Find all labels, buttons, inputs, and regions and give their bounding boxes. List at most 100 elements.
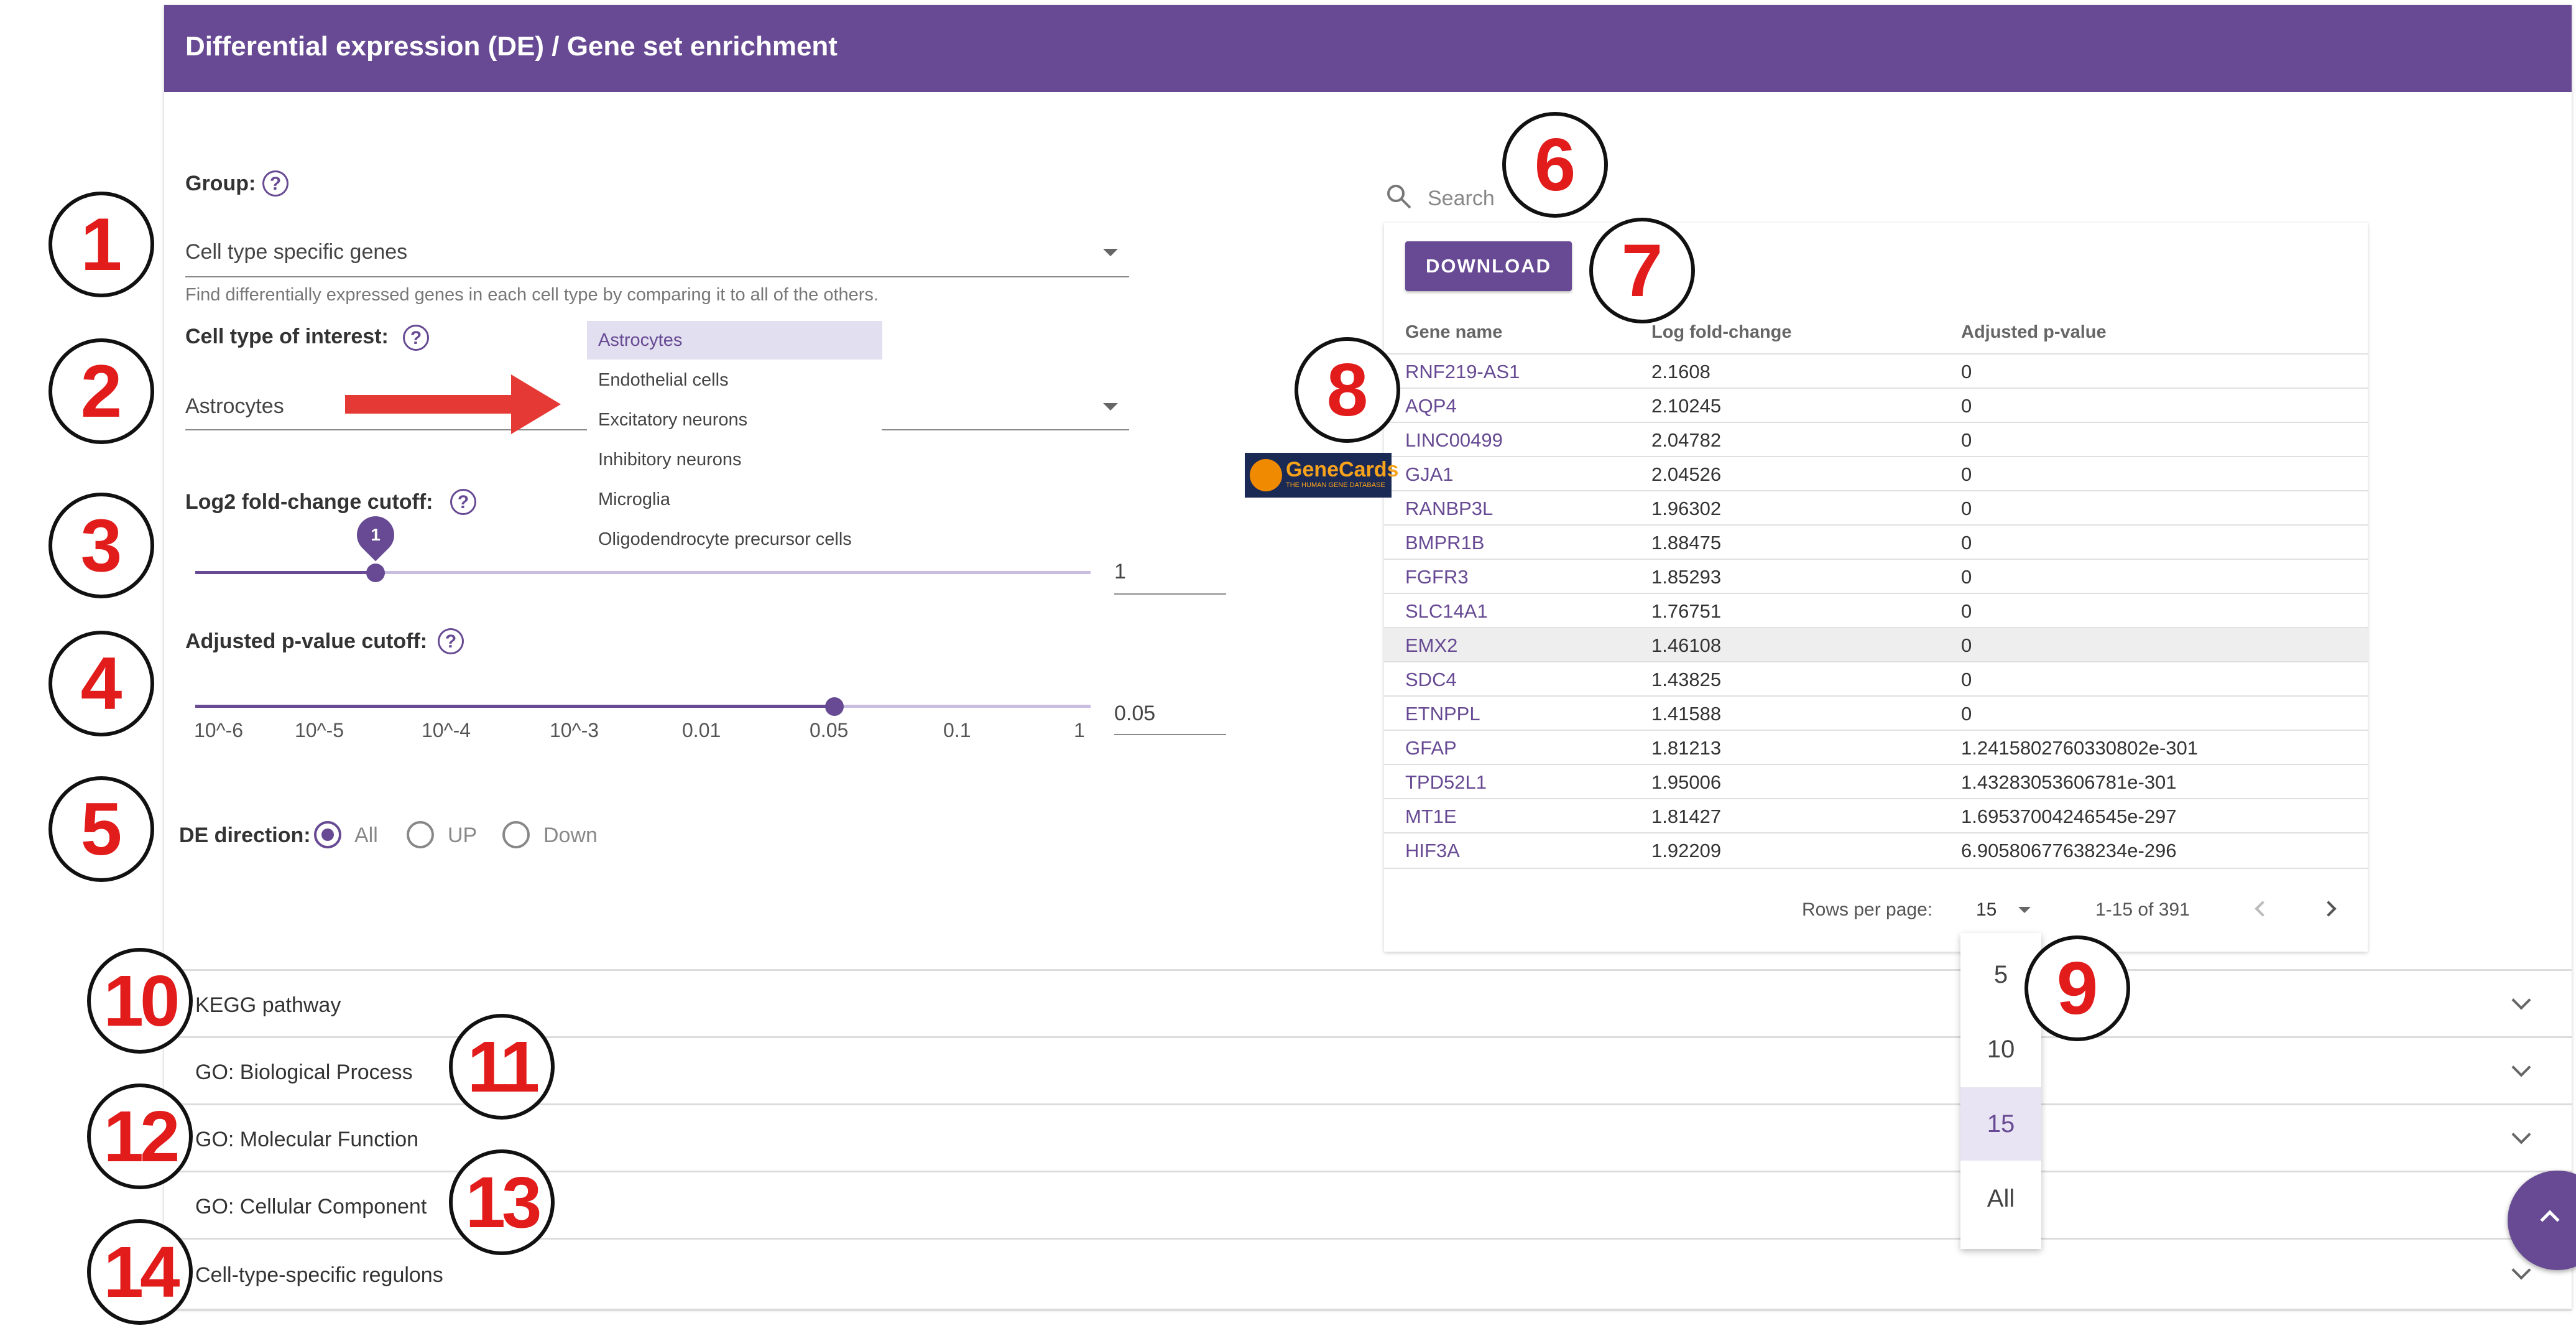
genecards-emblem-icon xyxy=(1250,459,1282,491)
help-icon[interactable]: ? xyxy=(403,325,429,351)
genecards-name: GeneCards xyxy=(1286,458,1399,481)
pvalue-input[interactable]: 0.05 xyxy=(1114,702,1155,726)
menu-item-opc[interactable]: Oligodendrocyte precursor cells xyxy=(587,520,882,559)
table-cell: 1.85293 xyxy=(1651,566,1722,588)
rows-per-page-select[interactable]: 15 xyxy=(1976,899,1997,921)
pvalue-tick: 10^-5 xyxy=(295,719,344,741)
table-cell: 1.81427 xyxy=(1651,805,1722,827)
gene-link[interactable]: TPD52L1 xyxy=(1405,765,1487,799)
menu-item-inhibitory[interactable]: Inhibitory neurons xyxy=(587,440,882,479)
col-header-gene[interactable]: Gene name xyxy=(1405,322,1502,343)
table-cell: 1.96302 xyxy=(1651,498,1722,519)
table-row: RANBP3L 1.96302 0 xyxy=(1384,490,2368,526)
callout-2: 2 xyxy=(48,338,154,444)
pvalue-tick: 10^-6 xyxy=(194,719,244,741)
gene-link[interactable]: SLC14A1 xyxy=(1405,594,1488,628)
fold-change-label: Log2 fold-change cutoff: xyxy=(185,490,433,514)
table-row: LINC00499 2.04782 0 xyxy=(1384,422,2368,457)
gene-link[interactable]: FGFR3 xyxy=(1405,560,1469,594)
slider-bubble-text: 1 xyxy=(371,525,381,544)
group-label: Group: xyxy=(185,172,256,195)
page-range: 1-15 of 391 xyxy=(2095,899,2190,920)
callout-9: 9 xyxy=(2024,935,2130,1041)
accordion-label: GO: Cellular Component xyxy=(195,1195,427,1218)
gene-link[interactable]: GJA1 xyxy=(1405,457,1454,491)
radio-all-label: All xyxy=(354,824,378,847)
download-button[interactable]: DOWNLOAD xyxy=(1405,241,1572,291)
col-header-logfc[interactable]: Log fold-change xyxy=(1651,322,1792,343)
rpp-option-10[interactable]: 10 xyxy=(1960,1013,2041,1086)
table-cell: 1.69537004246545e-297 xyxy=(1961,805,2177,827)
table-row: EMX2 1.46108 0 xyxy=(1384,627,2368,662)
pvalue-label: Adjusted p-value cutoff: xyxy=(185,629,428,653)
table-row: AQP4 2.10245 0 xyxy=(1384,387,2368,423)
gene-link[interactable]: HIF3A xyxy=(1405,833,1460,868)
table-cell: 1.81213 xyxy=(1651,737,1722,759)
pvalue-tick: 0.1 xyxy=(943,719,971,741)
fold-change-track-active xyxy=(195,571,376,574)
table-cell: 0 xyxy=(1961,532,1972,554)
table-row: FGFR3 1.85293 0 xyxy=(1384,559,2368,594)
search-input[interactable]: Search xyxy=(1428,187,1495,211)
table-cell: 1.43283053606781e-301 xyxy=(1961,771,2177,793)
menu-item-astrocytes[interactable]: Astrocytes xyxy=(587,321,882,360)
accordion-label: Cell-type-specific regulons xyxy=(195,1263,443,1287)
table-cell: 0 xyxy=(1961,361,1972,383)
accordion-label: KEGG pathway xyxy=(195,993,341,1017)
gene-link[interactable]: RANBP3L xyxy=(1405,491,1493,526)
table-row: TPD52L1 1.95006 1.43283053606781e-301 xyxy=(1384,764,2368,799)
gene-link[interactable]: MT1E xyxy=(1405,799,1457,833)
chevron-down-icon xyxy=(2511,1125,2531,1144)
callout-6: 6 xyxy=(1502,112,1608,218)
radio-all[interactable] xyxy=(314,821,341,848)
menu-item-microglia[interactable]: Microglia xyxy=(587,480,882,519)
help-icon[interactable]: ? xyxy=(450,489,476,515)
callout-12: 12 xyxy=(87,1083,193,1189)
accordion-label: GO: Biological Process xyxy=(195,1060,413,1084)
table-cell: 1.2415802760330802e-301 xyxy=(1961,737,2198,759)
fold-change-input[interactable]: 1 xyxy=(1114,560,1126,584)
pvalue-track xyxy=(834,705,1091,708)
col-header-pvalue[interactable]: Adjusted p-value xyxy=(1961,322,2107,343)
page-title: Differential expression (DE) / Gene set … xyxy=(185,31,838,62)
callout-7: 7 xyxy=(1589,218,1695,323)
arrow-right-head xyxy=(511,374,561,434)
search-icon xyxy=(1387,185,1411,209)
fold-change-thumb[interactable] xyxy=(366,564,385,582)
group-select[interactable]: Cell type specific genes xyxy=(185,236,1129,280)
gene-link[interactable]: GFAP xyxy=(1405,731,1457,765)
table-cell: 0 xyxy=(1961,429,1972,451)
table-cell: 0 xyxy=(1961,395,1972,417)
chevron-down-icon[interactable] xyxy=(2018,907,2031,913)
table-cell: 1.41588 xyxy=(1651,703,1722,725)
menu-item-excitatory[interactable]: Excitatory neurons xyxy=(587,401,882,439)
callout-3: 3 xyxy=(48,493,154,598)
table-cell: 1.88475 xyxy=(1651,532,1722,554)
rpp-option-all[interactable]: All xyxy=(1960,1162,2041,1235)
gene-link[interactable]: LINC00499 xyxy=(1405,423,1503,457)
gene-link[interactable]: BMPR1B xyxy=(1405,526,1484,560)
gene-link[interactable]: SDC4 xyxy=(1405,662,1457,697)
callout-5: 5 xyxy=(48,776,154,882)
gene-link[interactable]: AQP4 xyxy=(1405,389,1457,423)
table-row: SDC4 1.43825 0 xyxy=(1384,661,2368,697)
gene-link[interactable]: ETNPPL xyxy=(1405,697,1480,731)
table-cell: 0 xyxy=(1961,463,1972,485)
help-icon[interactable]: ? xyxy=(262,170,289,197)
pvalue-input-underline xyxy=(1114,734,1226,735)
radio-down[interactable] xyxy=(502,821,530,848)
gene-link[interactable]: EMX2 xyxy=(1405,628,1457,662)
help-icon[interactable]: ? xyxy=(438,628,464,654)
table-cell: 0 xyxy=(1961,498,1972,519)
pvalue-tick: 0.05 xyxy=(810,719,849,741)
table-cell: 0 xyxy=(1961,566,1972,588)
table-cell: 1.92209 xyxy=(1651,840,1722,861)
gene-link[interactable]: RNF219-AS1 xyxy=(1405,355,1520,389)
table-row: GFAP 1.81213 1.2415802760330802e-301 xyxy=(1384,730,2368,765)
table-row: GJA1 2.04526 0 xyxy=(1384,456,2368,491)
rpp-option-15[interactable]: 15 xyxy=(1960,1087,2041,1161)
radio-up[interactable] xyxy=(407,821,434,848)
menu-item-endothelial[interactable]: Endothelial cells xyxy=(587,361,882,399)
pvalue-tick: 10^-3 xyxy=(550,719,599,741)
pvalue-thumb[interactable] xyxy=(825,697,844,716)
